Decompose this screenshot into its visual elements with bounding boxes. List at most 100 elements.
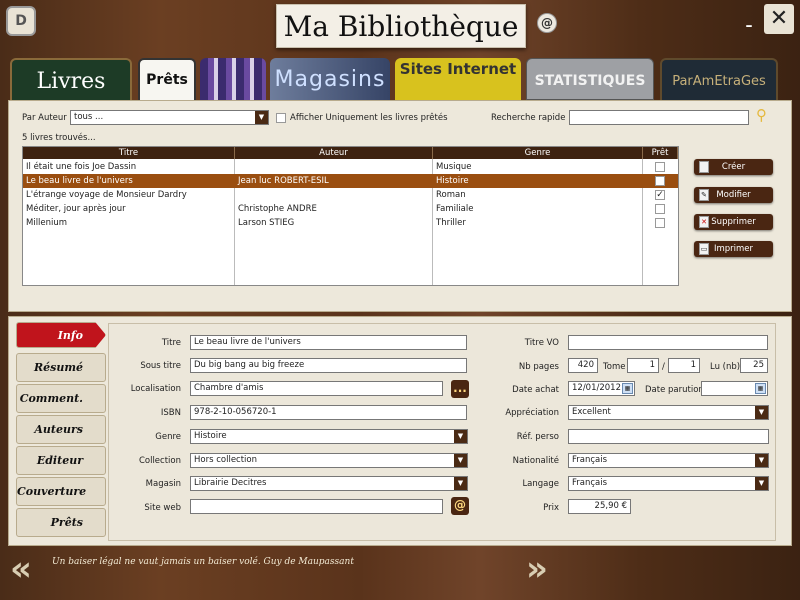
cell-auteur: Jean luc ROBERT-ESIL — [238, 176, 329, 186]
cell-titre: L'étrange voyage de Monsieur Dardry — [26, 190, 187, 200]
cell-genre: Musique — [436, 162, 472, 172]
edit-label: Modifier — [716, 190, 751, 200]
print-button[interactable]: ▭ Imprimer — [694, 241, 773, 257]
chevron-down-icon[interactable]: ▼ — [755, 454, 768, 467]
tome-total-field[interactable]: 1 — [668, 358, 700, 373]
localisation-label: Localisation — [130, 384, 181, 394]
chevron-down-icon[interactable]: ▼ — [454, 477, 467, 490]
previous-arrow-icon[interactable]: « — [10, 552, 44, 586]
cell-genre: Histoire — [436, 176, 469, 186]
column-header-pret[interactable]: Prêt — [643, 147, 678, 159]
cell-pret-checkbox[interactable] — [655, 204, 665, 214]
collection-select[interactable]: Hors collection ▼ — [190, 453, 468, 468]
print-label: Imprimer — [713, 244, 754, 254]
table-row[interactable]: L'étrange voyage de Monsieur Dardry Roma… — [23, 188, 678, 202]
table-row[interactable]: Méditer, jour après jour Christophe ANDR… — [23, 202, 678, 216]
nb-pages-label: Nb pages — [518, 362, 559, 372]
open-website-icon[interactable]: @ — [451, 497, 469, 515]
chevron-down-icon[interactable]: ▼ — [454, 454, 467, 467]
genre-value: Histoire — [194, 431, 227, 441]
main-tabs: Livres Prêts Magasins Sites Internet STA… — [0, 58, 800, 102]
titre-vo-field[interactable] — [568, 335, 768, 350]
tome-separator: / — [662, 362, 665, 372]
table-row[interactable]: Millenium Larson STIEG Thriller — [23, 216, 678, 230]
column-header-auteur[interactable]: Auteur — [235, 147, 433, 159]
cell-pret-checkbox[interactable]: ✓ — [655, 190, 665, 200]
only-loaned-checkbox[interactable] — [276, 113, 286, 123]
edit-button[interactable]: ✎ Modifier — [694, 187, 773, 203]
nationalite-select[interactable]: Français ▼ — [568, 453, 769, 468]
delete-button[interactable]: ✕ Supprimer — [694, 214, 773, 230]
cell-auteur: Christophe ANDRE — [238, 204, 317, 214]
chevron-down-icon[interactable]: ▼ — [755, 477, 768, 490]
appreciation-label: Appréciation — [505, 408, 559, 418]
delete-icon: ✕ — [699, 216, 709, 228]
titre-field[interactable]: Le beau livre de l'univers — [190, 335, 467, 350]
genre-select[interactable]: Histoire ▼ — [190, 429, 468, 444]
ref-perso-field[interactable] — [568, 429, 769, 444]
table-row[interactable]: Il était une fois Joe Dassin Musique — [23, 160, 678, 174]
cell-genre: Roman — [436, 190, 466, 200]
date-parution-field[interactable]: ▦ — [701, 381, 768, 396]
side-tab-prets[interactable]: Prêts — [16, 508, 106, 537]
magasin-select[interactable]: Librairie Decitres ▼ — [190, 476, 468, 491]
calendar-icon[interactable]: ▦ — [622, 383, 633, 394]
app-logo[interactable]: D — [6, 6, 36, 36]
printer-icon: ▭ — [699, 243, 709, 255]
results-count: 5 livres trouvés... — [22, 133, 96, 143]
quote-text: Un baiser légal ne vaut jamais un baiser… — [52, 557, 354, 567]
isbn-field[interactable]: 978-2-10-056720-1 — [190, 405, 467, 420]
date-achat-field[interactable]: 12/01/2012 ▦ — [568, 381, 635, 396]
side-tab-comment[interactable]: Comment. — [16, 384, 106, 413]
tab-magasins[interactable]: Magasins — [270, 58, 390, 100]
next-arrow-icon[interactable]: » — [526, 552, 560, 586]
only-loaned-label: Afficher Uniquement les livres prêtés — [290, 113, 448, 123]
side-tab-editeur[interactable]: Editeur — [16, 446, 106, 475]
sous-titre-label: Sous titre — [140, 361, 181, 371]
lu-field[interactable]: 25 — [740, 358, 768, 373]
localisation-field[interactable]: Chambre d'amis — [190, 381, 443, 396]
table-row-selected[interactable]: Le beau livre de l'univers Jean luc ROBE… — [23, 174, 678, 188]
side-tab-resume[interactable]: Résumé — [16, 353, 106, 382]
collection-label: Collection — [138, 456, 181, 466]
side-tab-auteurs[interactable]: Auteurs — [16, 415, 106, 444]
cell-pret-checkbox[interactable] — [655, 176, 665, 186]
tab-bookshelf-icon[interactable] — [200, 58, 266, 100]
appreciation-select[interactable]: Excellent ▼ — [568, 405, 769, 420]
tab-livres[interactable]: Livres — [10, 58, 132, 100]
chevron-down-icon[interactable]: ▼ — [755, 406, 768, 419]
email-icon[interactable]: @ — [537, 13, 557, 33]
calendar-icon[interactable]: ▦ — [755, 383, 766, 394]
localisation-browse-button[interactable]: ... — [451, 380, 469, 398]
quick-search-input[interactable] — [569, 110, 749, 125]
chevron-down-icon[interactable]: ▼ — [255, 111, 268, 124]
close-button[interactable]: ✕ — [764, 4, 794, 34]
site-web-field[interactable] — [190, 499, 443, 514]
side-tab-info[interactable]: Info — [16, 322, 106, 348]
app-title: Ma Bibliothèque — [276, 4, 526, 48]
cell-pret-checkbox[interactable] — [655, 218, 665, 228]
tab-prets[interactable]: Prêts — [138, 58, 196, 100]
date-achat-value: 12/01/2012 — [572, 383, 621, 393]
date-parution-label: Date parution — [645, 385, 704, 395]
appreciation-value: Excellent — [572, 407, 611, 417]
side-tab-couverture[interactable]: Couverture — [16, 477, 106, 506]
search-icon[interactable]: ⚲ — [756, 107, 772, 123]
isbn-label: ISBN — [160, 408, 181, 418]
sous-titre-field[interactable]: Du big bang au big freeze — [190, 358, 467, 373]
create-label: Créer — [721, 162, 746, 172]
chevron-down-icon[interactable]: ▼ — [454, 430, 467, 443]
author-filter-select[interactable]: tous ... ▼ — [70, 110, 269, 125]
column-header-titre[interactable]: Titre — [23, 147, 235, 159]
cell-pret-checkbox[interactable] — [655, 162, 665, 172]
langage-select[interactable]: Français ▼ — [568, 476, 769, 491]
create-button[interactable]: Créer — [694, 159, 773, 175]
minimize-button[interactable]: – — [742, 19, 756, 34]
prix-field[interactable]: 25,90 € — [568, 499, 631, 514]
tome-field[interactable]: 1 — [627, 358, 659, 373]
tab-statistiques[interactable]: STATISTIQUES — [526, 58, 654, 100]
column-header-genre[interactable]: Genre — [433, 147, 643, 159]
nb-pages-field[interactable]: 420 — [568, 358, 598, 373]
tab-sites-internet[interactable]: Sites Internet — [395, 58, 521, 100]
tab-parametrages[interactable]: ParAmEtraGes — [660, 58, 778, 100]
